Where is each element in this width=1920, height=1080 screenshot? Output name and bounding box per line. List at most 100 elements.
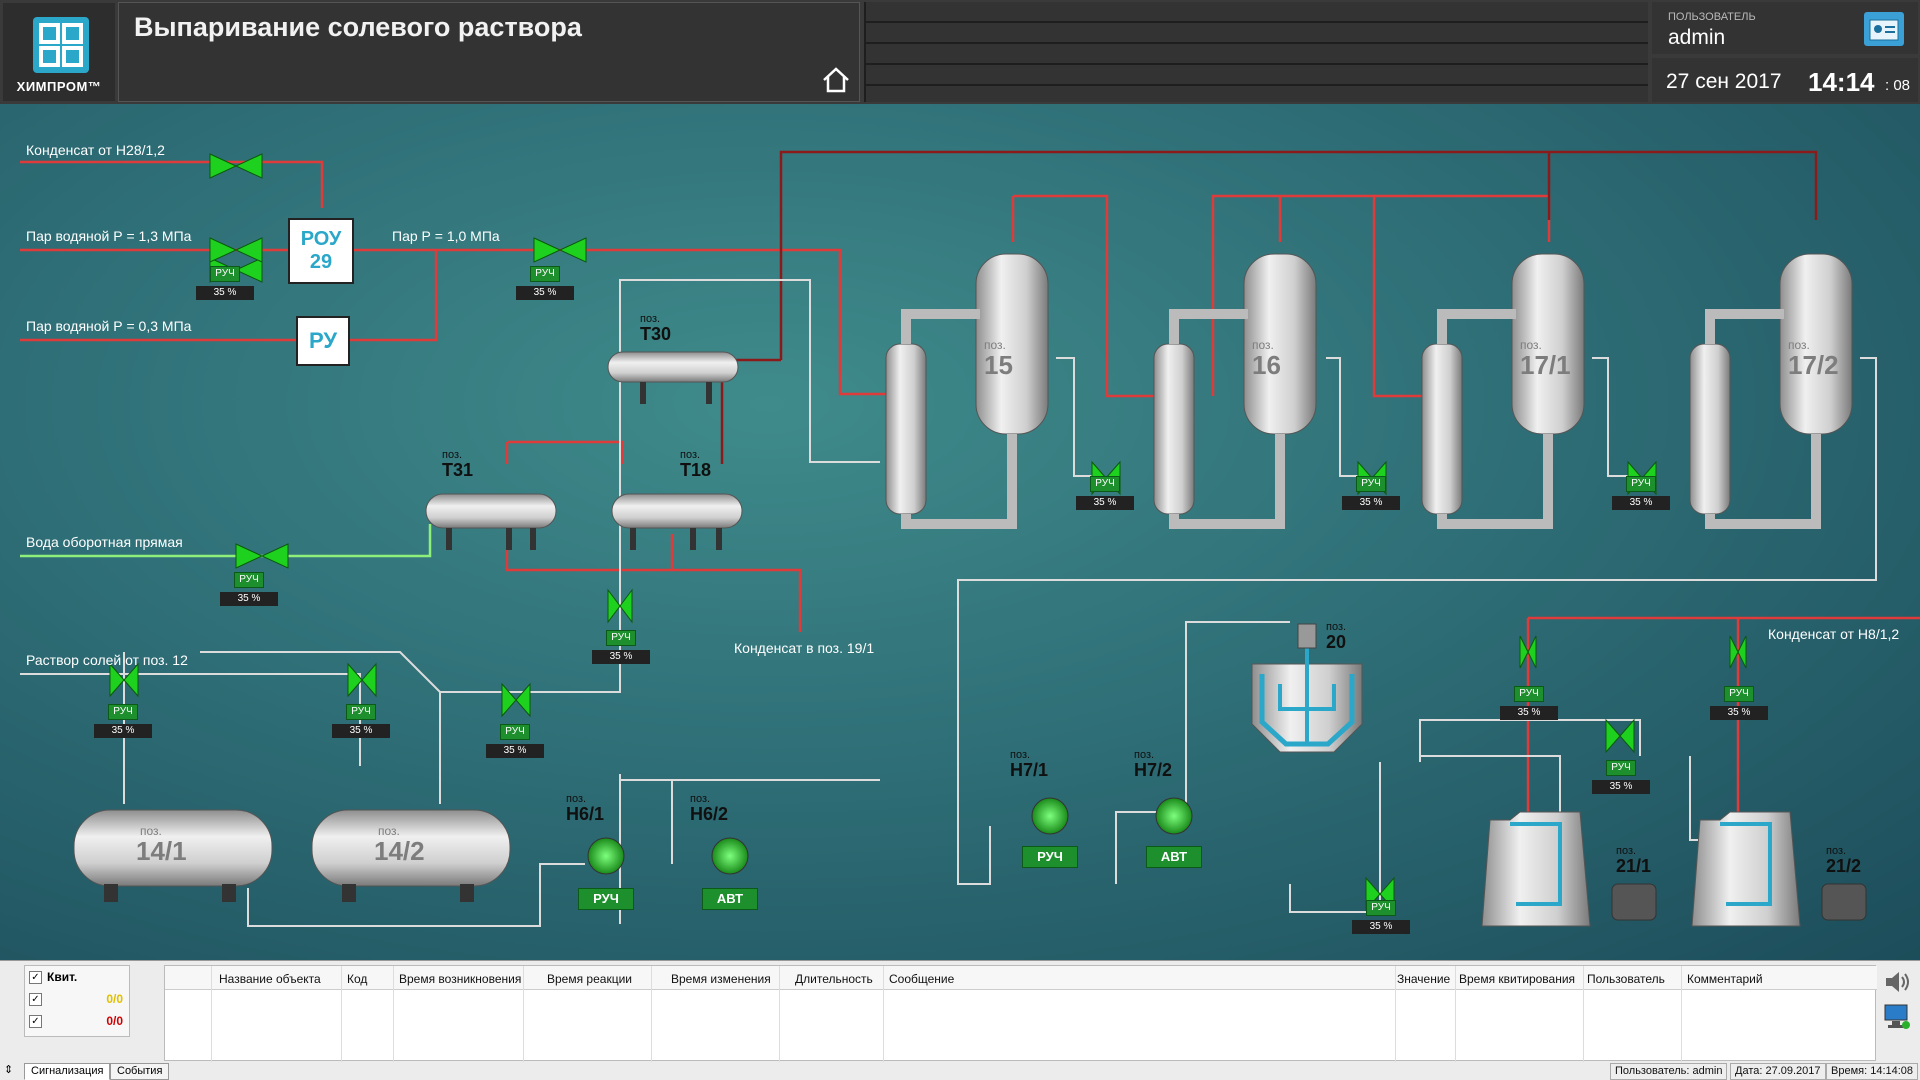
col-time-occurred[interactable]: Время возникновения	[399, 972, 521, 986]
evaporator-16	[1153, 253, 1317, 529]
current-time: 14:14	[1808, 67, 1875, 97]
valve-8-pct: 35 %	[1076, 496, 1134, 510]
col-user[interactable]: Пользователь	[1587, 972, 1665, 986]
pos-t18: Т18	[680, 460, 712, 480]
alarm-table[interactable]: Название объекта Код Время возникновения…	[164, 965, 1877, 1062]
valve-5-pct: 35 %	[94, 724, 152, 738]
bottom-tabs: ⇕ Сигнализация События	[0, 1061, 400, 1080]
rou-29-block[interactable]: РОУ 29	[288, 218, 354, 284]
user-caption: ПОЛЬЗОВАТЕЛЬ	[1668, 11, 1756, 23]
valve-4-mode[interactable]: РУЧ	[606, 630, 636, 646]
flow-label-par-10: Пар Р = 1,0 МПа	[392, 228, 500, 244]
current-seconds: : 08	[1885, 77, 1911, 94]
pump-n7-2-icon	[1155, 797, 1193, 835]
valve-12-pct: 35 %	[1710, 706, 1768, 720]
flow-label-kondensat-n8: Конденсат от Н8/1,2	[1768, 626, 1900, 642]
heat-exchanger-t31	[425, 493, 557, 550]
valve-2-mode[interactable]: РУЧ	[530, 266, 560, 282]
valve-3-mode[interactable]: РУЧ	[234, 572, 264, 588]
col-code[interactable]: Код	[347, 972, 367, 986]
valve-10-mode[interactable]: РУЧ	[1626, 476, 1656, 492]
valve-3-pct: 35 %	[220, 592, 278, 606]
valve-1-mode[interactable]: РУЧ	[210, 266, 240, 282]
pos-21-1: 21/1	[1616, 856, 1652, 876]
flow-label-voda: Вода оборотная прямая	[26, 534, 183, 550]
scada-window: ХИМПРОМ™ Выпаривание солевого раствора П…	[0, 0, 1920, 1080]
valve-12-mode[interactable]: РУЧ	[1724, 686, 1754, 702]
tab-events[interactable]: События	[110, 1063, 170, 1080]
col-comment[interactable]: Комментарий	[1687, 972, 1763, 986]
flow-label-par-03: Пар водяной Р = 0,3 МПа	[26, 318, 192, 334]
valve-4-pct: 35 %	[592, 650, 650, 664]
valve-icons	[109, 153, 1747, 912]
pos-n6-2: Н6/2	[690, 804, 729, 824]
kvit-checkbox[interactable]: ✓	[29, 971, 42, 984]
col-reaction-time[interactable]: Время реакции	[547, 972, 632, 986]
evaporator-15	[885, 253, 1049, 529]
valve-6-mode[interactable]: РУЧ	[346, 704, 376, 720]
tab-alarms[interactable]: Сигнализация	[24, 1063, 111, 1080]
pump-n7-1-mode-button[interactable]: РУЧ	[1022, 846, 1078, 868]
pos-17-2: 17/2	[1788, 350, 1839, 380]
red-count: 0/0	[106, 1014, 123, 1028]
pos-t30: Т30	[640, 324, 672, 344]
heat-exchanger-t30	[607, 351, 739, 404]
valve-8-mode[interactable]: РУЧ	[1090, 476, 1120, 492]
valve-13-mode[interactable]: РУЧ	[1606, 760, 1636, 776]
valve-9-mode[interactable]: РУЧ	[1356, 476, 1386, 492]
flow-label-par-13: Пар водяной Р = 1,3 МПа	[26, 228, 192, 244]
pos-n7-1: Н7/1	[1010, 760, 1049, 780]
user-card-icon[interactable]	[1864, 12, 1904, 46]
col-ack-time[interactable]: Время квитирования	[1459, 972, 1575, 986]
valve-14-pct: 35 %	[1352, 920, 1410, 934]
yellow-filter-checkbox[interactable]: ✓	[29, 993, 42, 1006]
user-panel: ПОЛЬЗОВАТЕЛЬ admin	[1652, 2, 1918, 54]
pump-n7-2-mode-button[interactable]: АВТ	[1146, 846, 1202, 868]
pos-20: 20	[1326, 632, 1347, 652]
valve-5-mode[interactable]: РУЧ	[108, 704, 138, 720]
evaporator-17-2	[1689, 253, 1853, 529]
company-logo-icon	[33, 17, 89, 73]
pos-n6-1: Н6/1	[566, 804, 605, 824]
valve-11-mode[interactable]: РУЧ	[1514, 686, 1544, 702]
col-duration[interactable]: Длительность	[795, 972, 873, 986]
valve-7-mode[interactable]: РУЧ	[500, 724, 530, 740]
computer-icon[interactable]	[1882, 1001, 1912, 1031]
red-count-row: ✓ 0/0	[29, 1012, 127, 1032]
kvit-row[interactable]: ✓ Квит.	[29, 968, 127, 988]
col-change-time[interactable]: Время изменения	[671, 972, 771, 986]
pos-t31: Т31	[442, 460, 474, 480]
status-date: Дата: 27.09.2017	[1730, 1063, 1826, 1080]
col-object[interactable]: Название объекта	[219, 972, 321, 986]
yellow-count: 0/0	[106, 992, 123, 1006]
pump-n6-2-mode-button[interactable]: АВТ	[702, 888, 758, 910]
valve-13-pct: 35 %	[1592, 780, 1650, 794]
logo-text: ХИМПРОМ™	[16, 79, 102, 94]
col-value[interactable]: Значение	[1397, 972, 1450, 986]
resize-arrows-icon[interactable]: ⇕	[4, 1063, 13, 1076]
valve-11-pct: 35 %	[1500, 706, 1558, 720]
valve-10-pct: 35 %	[1612, 496, 1670, 510]
pos-16: 16	[1252, 350, 1281, 380]
pos-n7-2: Н7/2	[1134, 760, 1173, 780]
alarm-panel: ✓ Квит. ✓ 0/0 ✓ 0/0 Название объекта Код…	[0, 960, 1920, 1080]
flow-label-kondensat-19: Конденсат в поз. 19/1	[734, 640, 875, 656]
acknowledge-box: ✓ Квит. ✓ 0/0 ✓ 0/0	[24, 965, 130, 1037]
valve-14-mode[interactable]: РУЧ	[1366, 900, 1396, 916]
yellow-count-row: ✓ 0/0	[29, 990, 127, 1010]
kvit-label: Квит.	[47, 970, 78, 984]
red-filter-checkbox[interactable]: ✓	[29, 1015, 42, 1028]
logo: ХИМПРОМ™	[3, 3, 115, 101]
heat-exchanger-t18	[611, 493, 743, 550]
pump-n7-1-icon	[1031, 797, 1069, 835]
status-time: Время: 14:14:08	[1826, 1063, 1919, 1080]
valve-7-pct: 35 %	[486, 744, 544, 758]
pos-14-1: 14/1	[136, 836, 187, 866]
ru-block[interactable]: РУ	[296, 316, 350, 366]
home-icon[interactable]	[820, 64, 852, 96]
col-message[interactable]: Сообщение	[889, 972, 954, 986]
speaker-icon[interactable]	[1882, 967, 1912, 997]
evaporator-17-1	[1421, 253, 1585, 529]
current-date: 27 сен 2017	[1666, 70, 1782, 93]
pump-n6-1-mode-button[interactable]: РУЧ	[578, 888, 634, 910]
